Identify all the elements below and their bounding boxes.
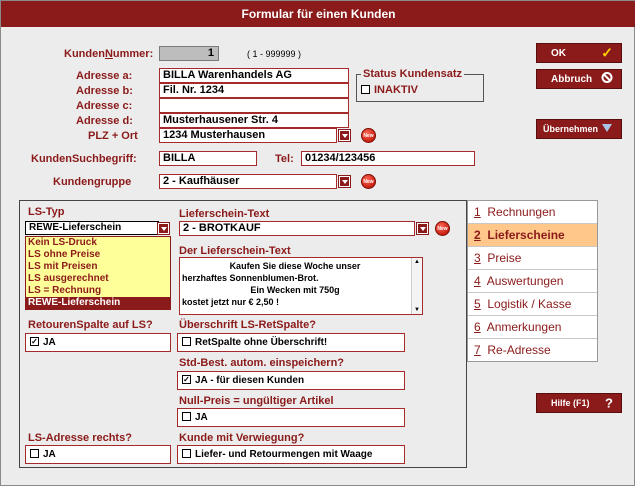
ls-typ-label: LS-Typ [28, 206, 65, 218]
tab-preise[interactable]: 3 Preise [468, 247, 597, 270]
checkbox-unchecked[interactable] [30, 448, 39, 458]
abbruch-button[interactable]: Abbruch [536, 69, 622, 89]
tab-auswertungen[interactable]: 4 Auswertungen [468, 270, 597, 293]
ls-typ-option[interactable]: LS mit Preisen [26, 261, 170, 273]
lsadresse-checkbox[interactable]: JA [25, 445, 171, 464]
ls-typ-dropdown-list[interactable]: Kein LS-Druck LS ohne Preise LS mit Prei… [25, 236, 171, 310]
new-lieferschein-text-icon[interactable]: New [435, 221, 450, 236]
window-title: Formular für einen Kunden [1, 1, 635, 27]
tel-field[interactable]: 01234/123456 [301, 151, 475, 166]
ls-typ-option[interactable]: LS = Rechnung [26, 285, 170, 297]
checkbox-unchecked[interactable] [182, 411, 191, 421]
plz-dropdown-button[interactable] [338, 129, 351, 142]
kundennummer-range: ( 1 - 999999 ) [247, 49, 302, 59]
checkbox-unchecked[interactable] [182, 448, 191, 458]
customer-form-window: Formular für einen Kunden KundenNummer: … [0, 0, 635, 486]
tab-lieferscheine[interactable]: 2 Lieferscheine [468, 224, 597, 247]
text-line: herzhaftes Sonnenblumen-Brot. [182, 273, 319, 283]
ls-typ-select[interactable]: REWE-Lieferschein [25, 221, 159, 235]
text-line: kostet jetzt nur € 2,50 ! [182, 297, 280, 307]
lieferschein-text-select[interactable]: 2 - BROTKAUF [179, 221, 415, 236]
kundengruppe-label: Kundengruppe [53, 176, 132, 188]
new-plz-icon[interactable]: New [361, 128, 376, 143]
ueberschrift-label: Überschrift LS-RetSpalte? [179, 319, 316, 331]
adresse-b-label: Adresse b: [76, 85, 133, 97]
ls-typ-option[interactable]: LS ausgerechnet [26, 273, 170, 285]
adresse-b-field[interactable]: Fil. Nr. 1234 [159, 83, 349, 98]
adresse-c-field[interactable] [159, 98, 349, 113]
lieferschein-text-label: Lieferschein-Text [179, 208, 270, 220]
verwiegung-label: Kunde mit Verwiegung? [179, 432, 305, 444]
adresse-d-field[interactable]: Musterhausener Str. 4 [159, 113, 349, 128]
ueberschrift-checkbox[interactable]: RetSpalte ohne Überschrift! [177, 333, 405, 352]
cancel-icon [601, 72, 613, 87]
stdbest-checkbox[interactable]: ✓ JA - für diesen Kunden [177, 371, 405, 390]
adresse-c-label: Adresse c: [76, 100, 133, 112]
adresse-a-field[interactable]: BILLA Warenhandels AG [159, 68, 349, 83]
triangle-down-icon [601, 123, 613, 135]
lsadresse-label: LS-Adresse rechts? [28, 432, 132, 444]
suchbegriff-field[interactable]: BILLA [159, 151, 257, 166]
ls-typ-option[interactable]: Kein LS-Druck [26, 237, 170, 249]
tab-rechnungen[interactable]: 1 Rechnungen [468, 201, 597, 224]
section-tabs: 1 Rechnungen 2 Lieferscheine 3 Preise 4 … [467, 200, 598, 362]
nullpreis-checkbox[interactable]: JA [177, 408, 405, 427]
status-title: Status Kundensatz [361, 68, 465, 80]
verwiegung-checkbox[interactable]: Liefer- und Retourmengen mit Waage [177, 445, 405, 464]
tab-logistik-kasse[interactable]: 5 Logistik / Kasse [468, 293, 597, 316]
uebernehmen-button[interactable]: Übernehmen [536, 119, 622, 139]
help-icon: ? [605, 395, 613, 411]
inaktiv-checkbox-box[interactable] [361, 84, 370, 94]
der-text-textarea[interactable]: Kaufen Sie diese Woche unser herzhaftes … [179, 257, 423, 315]
kundennummer-field[interactable]: 1 [159, 46, 219, 61]
tab-re-adresse[interactable]: 7 Re-Adresse [468, 339, 597, 362]
stdbest-label: Std-Best. autom. einspeichern? [179, 357, 345, 369]
nullpreis-label: Null-Preis = ungültiger Artikel [179, 395, 334, 407]
tel-label: Tel: [275, 153, 294, 165]
checkbox-unchecked[interactable] [182, 336, 191, 346]
retouren-checkbox[interactable]: ✓ JA [25, 333, 171, 352]
der-text-label: Der Lieferschein-Text [179, 245, 291, 257]
ls-typ-dropdown-button[interactable] [157, 222, 170, 235]
text-line: Ein Wecken mit 750g [250, 285, 340, 295]
kundengruppe-dropdown-button[interactable] [338, 175, 351, 188]
kundennummer-label: KundenNummer: [64, 48, 154, 60]
scroll-down-icon[interactable]: ▼ [412, 306, 422, 314]
status-inaktiv-checkbox[interactable]: INAKTIV [361, 84, 418, 96]
tab-anmerkungen[interactable]: 6 Anmerkungen [468, 316, 597, 339]
adresse-d-label: Adresse d: [76, 115, 133, 127]
plz-select[interactable]: 1234 Musterhausen [159, 128, 337, 143]
kundengruppe-select[interactable]: 2 - Kaufhäuser [159, 174, 337, 189]
checkbox-checked[interactable]: ✓ [182, 374, 191, 384]
suchbegriff-label: KundenSuchbegriff: [31, 153, 137, 165]
new-kundengruppe-icon[interactable]: New [361, 174, 376, 189]
checkbox-checked[interactable]: ✓ [30, 336, 39, 346]
hilfe-button[interactable]: Hilfe (F1) ? [536, 393, 622, 413]
ls-typ-option[interactable]: LS ohne Preise [26, 249, 170, 261]
checkmark-icon: ✓ [601, 44, 613, 61]
text-line: Kaufen Sie diese Woche unser [229, 261, 361, 271]
retouren-label: RetourenSpalte auf LS? [28, 319, 153, 331]
lieferschein-text-dropdown-button[interactable] [416, 222, 429, 235]
ls-typ-option-selected[interactable]: REWE-Lieferschein [26, 297, 170, 309]
scroll-up-icon[interactable]: ▲ [412, 258, 422, 266]
adresse-a-label: Adresse a: [76, 70, 133, 82]
ok-button[interactable]: OK ✓ [536, 43, 622, 63]
plz-label: PLZ + Ort [88, 130, 138, 142]
textarea-scrollbar[interactable]: ▲ ▼ [411, 258, 422, 314]
